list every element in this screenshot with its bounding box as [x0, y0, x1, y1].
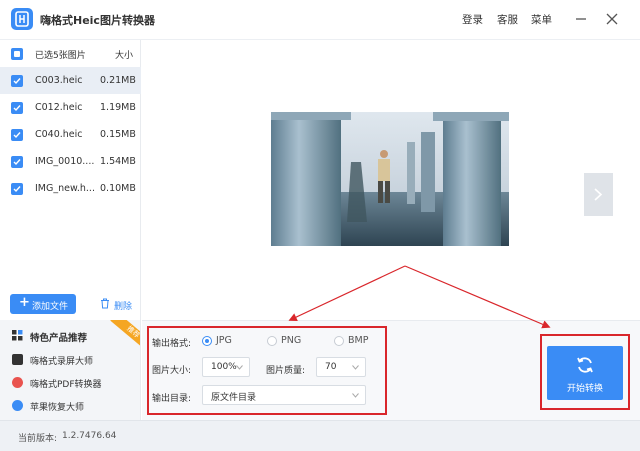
status-bar: 当前版本: 1.2.7476.64	[0, 420, 640, 451]
file-row[interactable]: C040.heic 0.15MB	[0, 121, 141, 148]
chevron-down-icon	[352, 393, 359, 398]
refresh-icon	[577, 357, 593, 373]
grid-icon	[12, 330, 23, 341]
file-checkbox[interactable]	[11, 102, 23, 114]
size-label: 图片大小:	[152, 366, 192, 376]
file-list-header: 已选5张图片 大小	[0, 40, 141, 67]
file-row[interactable]: IMG_new.h... 0.10MB	[0, 175, 141, 202]
version-label: 当前版本:	[18, 434, 58, 444]
format-label: 输出格式:	[152, 339, 192, 349]
products-title: 特色产品推荐	[30, 333, 88, 344]
settings-panel: 输出格式: JPG PNG BMP 图片大小: 100% 图片质量: 70 输出…	[142, 320, 640, 420]
file-row[interactable]: C003.heic 0.21MB	[0, 67, 141, 94]
dir-label: 输出目录:	[152, 394, 192, 404]
file-list-panel: 已选5张图片 大小 C003.heic 0.21MB C012.heic 1.1…	[0, 40, 141, 320]
plus-icon: +	[19, 295, 30, 310]
quality-label: 图片质量:	[266, 366, 306, 376]
file-size: 0.10MB	[100, 183, 136, 194]
file-checkbox[interactable]	[11, 129, 23, 141]
format-png-radio[interactable]	[267, 336, 277, 346]
size-value: 100%	[211, 362, 237, 372]
delete-button[interactable]: 删除	[98, 294, 138, 314]
product-recommendations: 特色产品推荐 推荐 嗨格式录屏大师 嗨格式PDF转换器 苹果恢复大师	[0, 320, 141, 420]
format-bmp-label: BMP	[348, 335, 369, 346]
chevron-down-icon	[236, 365, 243, 370]
file-size: 0.21MB	[100, 75, 136, 86]
product-label: 苹果恢复大师	[30, 403, 85, 413]
file-size: 1.19MB	[100, 102, 136, 113]
file-name: C003.heic	[35, 75, 83, 86]
format-bmp-radio[interactable]	[334, 336, 344, 346]
chevron-down-icon	[352, 365, 359, 370]
close-icon[interactable]	[603, 10, 621, 28]
photo-preview	[271, 112, 509, 246]
select-all-checkbox[interactable]	[11, 48, 23, 60]
format-jpg-radio[interactable]	[202, 336, 212, 346]
support-link[interactable]: 客服	[497, 12, 518, 27]
product-item[interactable]: 嗨格式录屏大师	[0, 348, 140, 370]
file-name: C040.heic	[35, 129, 83, 140]
recovery-icon	[12, 400, 23, 411]
file-name: C012.heic	[35, 102, 83, 113]
file-size: 0.15MB	[100, 129, 136, 140]
output-dir-select[interactable]: 原文件目录	[202, 385, 366, 405]
file-checkbox[interactable]	[11, 156, 23, 168]
menu-link[interactable]: 菜单	[531, 12, 552, 27]
format-png-label: PNG	[281, 335, 302, 346]
product-label: 嗨格式录屏大师	[30, 357, 94, 367]
file-checkbox[interactable]	[11, 75, 23, 87]
file-name: IMG_new.h...	[35, 183, 95, 194]
pdf-icon	[12, 377, 23, 388]
start-convert-label: 开始转换	[566, 384, 603, 394]
size-column-header: 大小	[115, 51, 134, 61]
quality-select[interactable]: 70	[316, 357, 366, 377]
trash-icon	[100, 298, 110, 312]
minimize-icon[interactable]	[572, 10, 590, 28]
product-item[interactable]: 苹果恢复大师	[0, 394, 140, 416]
start-convert-button[interactable]: 开始转换	[547, 346, 623, 400]
size-select[interactable]: 100%	[202, 357, 250, 377]
file-size: 1.54MB	[100, 156, 136, 167]
screen-record-icon	[12, 354, 23, 365]
delete-label: 删除	[114, 302, 133, 312]
product-item[interactable]: 嗨格式PDF转换器	[0, 371, 140, 393]
file-row[interactable]: IMG_0010.... 1.54MB	[0, 148, 141, 175]
output-dir-value: 原文件目录	[211, 393, 257, 403]
version-value: 1.2.7476.64	[62, 431, 117, 441]
selected-count-label: 已选5张图片	[35, 51, 86, 61]
file-checkbox[interactable]	[11, 183, 23, 195]
product-label: 嗨格式PDF转换器	[30, 380, 102, 390]
next-image-button[interactable]	[584, 173, 613, 216]
preview-area	[142, 40, 640, 320]
app-title: 嗨格式Heic图片转换器	[40, 14, 155, 27]
add-file-button[interactable]: + 添加文件	[10, 294, 76, 314]
title-bar: 嗨格式Heic图片转换器 登录 客服 菜单	[0, 0, 640, 40]
image-convert-icon	[11, 8, 33, 30]
format-jpg-label: JPG	[216, 335, 232, 346]
quality-value: 70	[325, 362, 337, 372]
file-name: IMG_0010....	[35, 156, 95, 167]
login-link[interactable]: 登录	[462, 12, 483, 27]
file-row[interactable]: C012.heic 1.19MB	[0, 94, 141, 121]
add-file-label: 添加文件	[32, 302, 69, 312]
